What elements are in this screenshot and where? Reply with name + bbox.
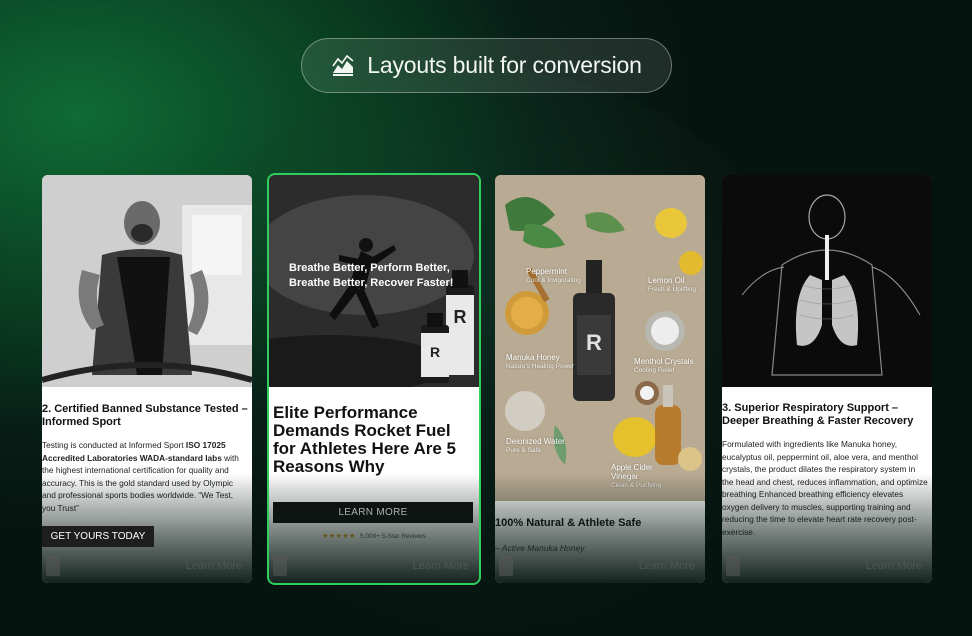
overlay-line-1: Breathe Better, Perform Better, [289, 262, 450, 274]
overlay-line-2: Breathe Better, Recover Faster! [289, 277, 454, 289]
learn-more-button[interactable]: LEARN MORE [273, 502, 473, 523]
learn-more-link[interactable]: Learn More [413, 560, 469, 572]
svg-text:R: R [454, 307, 467, 327]
card-body: Testing is conducted at Informed Sport I… [42, 440, 239, 513]
layout-card-respiratory-support[interactable]: 3. Superior Respiratory Support – Deeper… [722, 175, 932, 583]
layout-card-elite-performance[interactable]: R R Breathe Better, Perform Better, Brea… [267, 173, 481, 585]
card-body: Formulated with ingredients like Manuka … [722, 439, 928, 537]
product-thumb [499, 556, 513, 576]
product-thumb [726, 556, 740, 576]
athlete-treadmill-image [42, 175, 252, 387]
card-footer: 100% Natural Relief Learn More [495, 555, 705, 577]
card-title: 2. Certified Banned Substance Tested – I… [42, 403, 248, 428]
footer-label: 100% Natural Relief [295, 561, 367, 571]
card-footer: 100% Natural Relief Learn More [722, 555, 932, 577]
get-yours-today-button[interactable]: GET YOURS TODAY [42, 526, 154, 547]
chart-area-icon [332, 54, 354, 76]
learn-more-link[interactable]: Learn More [639, 560, 695, 572]
card-title: Elite Performance Demands Rocket Fuel fo… [273, 403, 456, 476]
card-title: 100% Natural & Athlete Safe [495, 517, 642, 529]
product-thumb [46, 556, 60, 576]
svg-text:R: R [586, 330, 602, 355]
feature-pill: Layouts built for conversion [301, 38, 672, 93]
ingredient-label: Peppermint Cool & Invigorating [526, 267, 581, 284]
respiratory-xray-image [722, 175, 932, 387]
card-footer: 100% Natural Relief Learn More [269, 555, 479, 577]
footer-label: 100% Natural Relief [521, 561, 593, 571]
card-subtitle: – Active Manuka Honey [495, 543, 585, 553]
learn-more-link[interactable]: Learn More [186, 560, 242, 572]
ingredient-label: Manuka Honey Nature's Healing Power [506, 353, 575, 370]
layout-card-natural-ingredients[interactable]: R Peppermint Cool & Invigorating Lemon Oi… [495, 175, 705, 583]
card-title: 3. Superior Respiratory Support – Deeper… [722, 402, 914, 427]
background-halo [160, 70, 812, 630]
learn-more-link[interactable]: Learn More [866, 560, 922, 572]
footer-label: 100% Natural Relief [68, 561, 140, 571]
product-thumb [273, 556, 287, 576]
ingredient-label: Lemon Oil Fresh & Uplifting [648, 276, 697, 293]
layout-card-banned-substance[interactable]: 2. Certified Banned Substance Tested – I… [42, 175, 252, 583]
ingredient-label: Menthol Crystals Cooling Relief [634, 357, 694, 374]
review-rating: ★★★★★ 5,000+ 5-Star Reviews [269, 532, 479, 541]
footer-label: 100% Natural Relief [748, 561, 820, 571]
ingredient-label: Deionized Water Pure & Safe [506, 437, 565, 454]
card-footer: 100% Natural Relief Learn More [42, 555, 252, 577]
review-count: 5,000+ 5-Star Reviews [359, 532, 426, 540]
star-rating-icon: ★★★★★ [322, 533, 356, 540]
pill-label: Layouts built for conversion [367, 52, 642, 78]
hero-overlay-text: Breathe Better, Perform Better, Breathe … [289, 261, 469, 291]
svg-text:R: R [430, 344, 440, 360]
ingredient-label: Apple Cider Vinegar Clean & Purifying [611, 463, 662, 489]
